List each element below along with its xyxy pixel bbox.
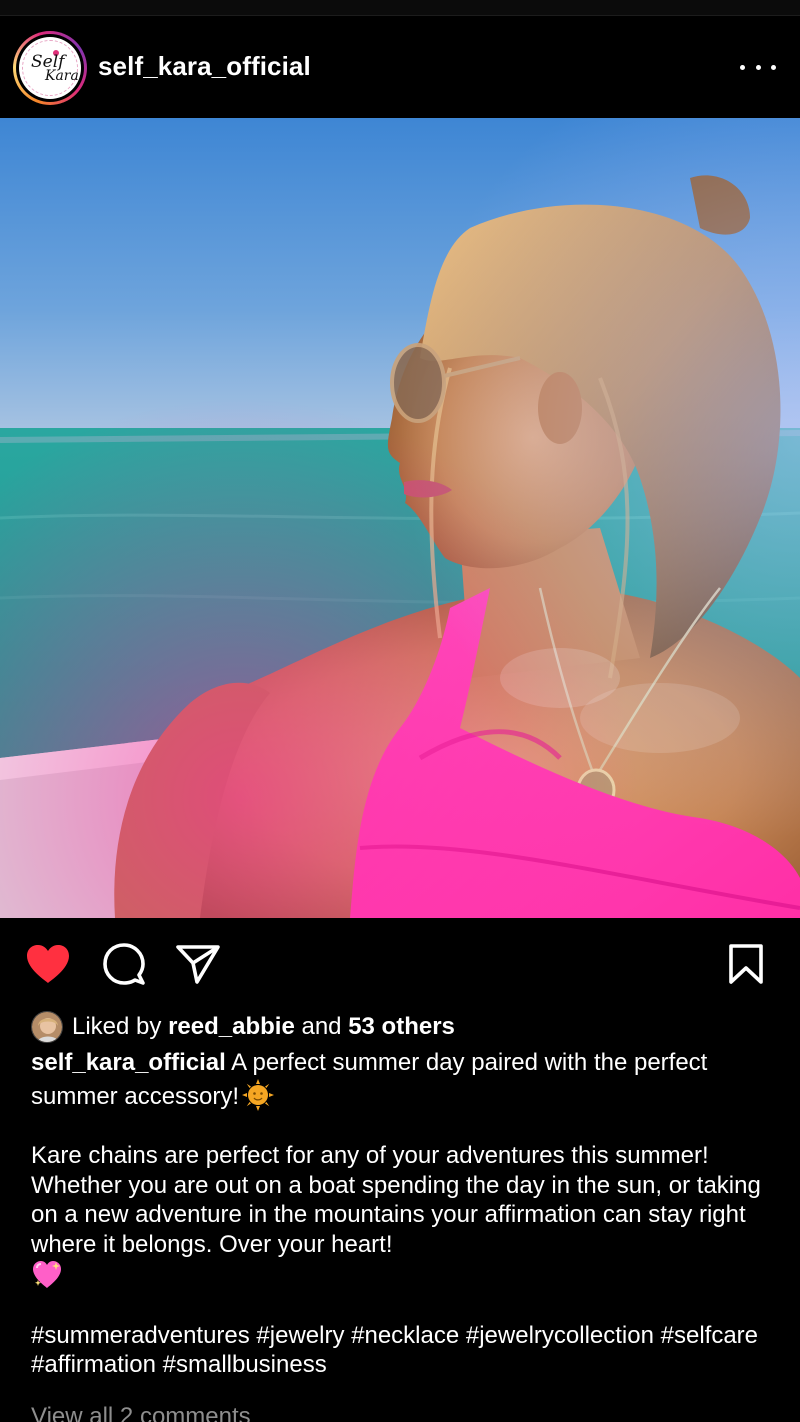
post-caption: self_kara_official A perfect summer day … bbox=[31, 1048, 771, 1380]
save-button[interactable] bbox=[722, 940, 770, 988]
likes-prefix: Liked by bbox=[72, 1013, 162, 1040]
sun-emoji-icon bbox=[242, 1078, 275, 1111]
post-header: Self Kara self_kara_official bbox=[0, 17, 800, 117]
avatar[interactable]: Self Kara bbox=[13, 31, 87, 105]
likes-others-count[interactable]: 53 others bbox=[348, 1013, 455, 1041]
logo-text-kara: Kara bbox=[45, 68, 79, 84]
heart-filled-icon bbox=[27, 945, 69, 983]
instagram-post-screen: Self Kara self_kara_official Liked by re… bbox=[0, 0, 800, 1422]
likes-summary: Liked by reed_abbie and 53 others bbox=[31, 1010, 455, 1044]
brand-logo: Self Kara bbox=[19, 37, 81, 99]
ellipsis-icon bbox=[740, 64, 745, 70]
photo-illustration bbox=[0, 118, 800, 918]
caption-hashtags[interactable]: #summeradventures #jewelry #necklace #je… bbox=[31, 1321, 771, 1380]
view-all-comments-link[interactable]: View all 2 comments bbox=[31, 1403, 251, 1422]
bookmark-icon bbox=[729, 944, 763, 984]
likes-conjunction: and bbox=[301, 1013, 342, 1040]
like-button[interactable] bbox=[24, 940, 72, 988]
caption-paragraph: Kare chains are perfect for any of your … bbox=[31, 1142, 761, 1258]
share-button[interactable] bbox=[174, 940, 222, 988]
comment-button[interactable] bbox=[100, 940, 148, 988]
post-photo[interactable] bbox=[0, 118, 800, 918]
post-action-bar bbox=[0, 918, 800, 1008]
comment-bubble-icon bbox=[103, 943, 145, 985]
sparkling-heart-emoji-icon bbox=[33, 1261, 61, 1288]
more-options-button[interactable] bbox=[740, 55, 776, 79]
post-username[interactable]: self_kara_official bbox=[98, 51, 311, 82]
liker-avatar[interactable] bbox=[31, 1011, 63, 1043]
paper-plane-icon bbox=[176, 945, 220, 984]
caption-username[interactable]: self_kara_official bbox=[31, 1049, 226, 1076]
status-bar-edge bbox=[0, 0, 800, 16]
liker-username[interactable]: reed_abbie bbox=[168, 1013, 295, 1041]
